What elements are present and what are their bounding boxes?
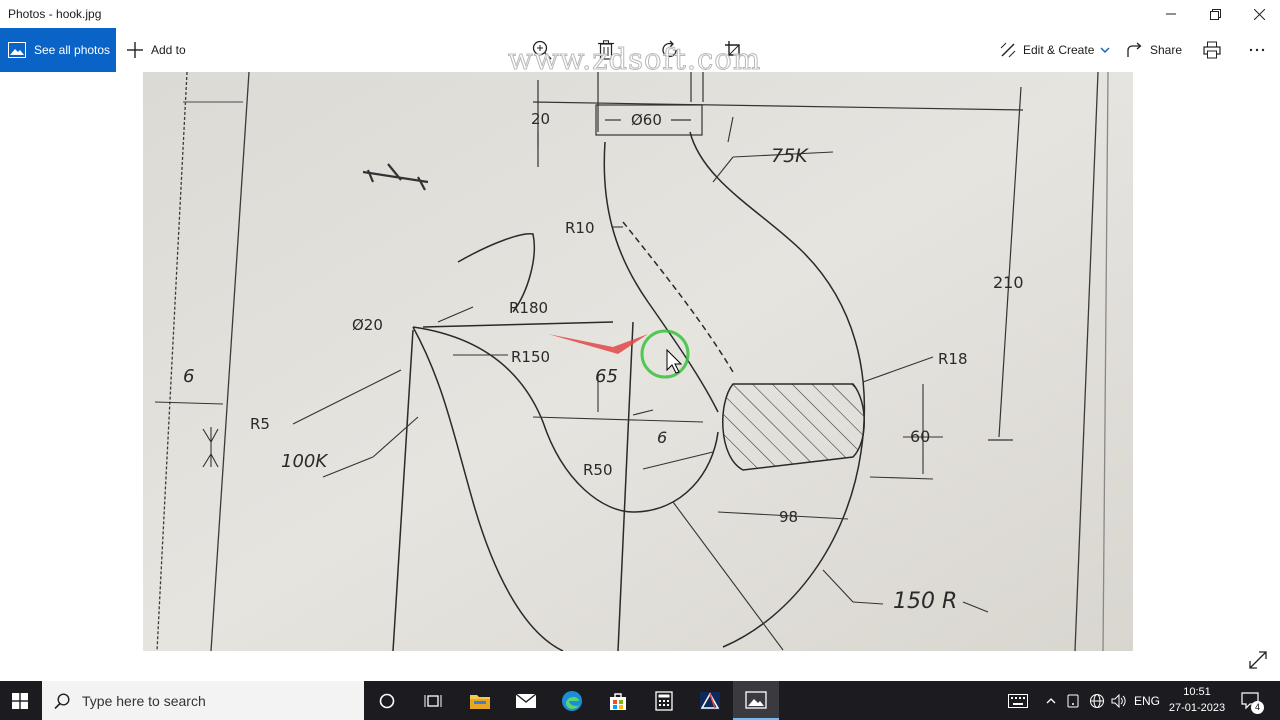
title-bar: Photos - hook.jpg [0, 0, 1280, 28]
close-button[interactable] [1236, 0, 1280, 28]
photos-app[interactable] [733, 681, 779, 720]
volume-tray[interactable] [1108, 681, 1130, 720]
dim-r150-label: R150 [511, 348, 550, 366]
show-hidden-icons-button[interactable] [1040, 681, 1062, 720]
task-view-icon [424, 694, 442, 707]
chevron-up-icon [1046, 697, 1056, 703]
print-button[interactable] [1203, 28, 1228, 72]
clock-date: 27-01-2023 [1168, 702, 1226, 714]
cortana-icon [379, 693, 395, 708]
restore-icon [1209, 8, 1221, 20]
image-viewer: 20 Ø60 75K R10 210 R180 Ø20 R150 65 6 R5… [0, 72, 1280, 681]
dim-dia20-label: Ø20 [352, 316, 383, 334]
share-label: Share [1150, 43, 1183, 57]
photos-toolbar: See all photos Add to www.zdsoft.com Edi… [0, 28, 1280, 77]
minimize-button[interactable] [1148, 0, 1194, 28]
hook-drawing-photo: 20 Ø60 75K R10 210 R180 Ø20 R150 65 6 R5… [143, 72, 1133, 651]
minimize-icon [1166, 13, 1176, 15]
dim-60-label: 60 [910, 427, 930, 446]
task-view-button[interactable] [410, 681, 456, 720]
speaker-icon [1111, 693, 1126, 708]
language-indicator[interactable]: ENG [1130, 681, 1164, 720]
mail-icon [515, 692, 537, 708]
search-icon [54, 692, 70, 709]
photos-app-icon [745, 690, 767, 709]
edit-create-button[interactable]: Edit & Create [1000, 28, 1110, 72]
add-to-label: Add to [151, 43, 186, 57]
folder-icon [470, 694, 490, 709]
dim-20-label: 20 [531, 110, 550, 128]
dim-dia60-label: Ø60 [631, 111, 662, 129]
taskbar-search-box[interactable]: Type here to search [42, 681, 364, 720]
restore-button[interactable] [1192, 0, 1238, 28]
media-app-icon [700, 691, 720, 710]
plus-icon [127, 42, 143, 58]
dim-75k-label: 75K [771, 145, 809, 167]
expand-icon [1249, 651, 1267, 669]
clock[interactable]: 10:51 27-01-2023 [1164, 684, 1230, 716]
add-to-button[interactable]: Add to [126, 28, 186, 72]
mail-app[interactable] [503, 681, 549, 720]
share-button[interactable]: Share [1127, 28, 1182, 72]
dim-210-label: 210 [993, 273, 1024, 292]
dim-6-label: 6 [183, 366, 194, 387]
dim-r50-label: R50 [583, 461, 613, 479]
cortana-button[interactable] [364, 681, 410, 720]
globe-icon [1090, 693, 1104, 708]
share-icon [1127, 42, 1142, 57]
file-explorer-app[interactable] [457, 681, 503, 720]
chevron-down-icon [1100, 47, 1110, 53]
windows-logo-icon [12, 692, 28, 709]
dim-r5-label: R5 [250, 415, 270, 433]
dim-r180-label: R180 [509, 299, 548, 317]
dim-100k-label: 100K [281, 451, 328, 472]
notification-count-badge: 4 [1251, 701, 1264, 714]
photos-icon [8, 42, 26, 58]
store-app[interactable] [595, 681, 641, 720]
edit-create-label: Edit & Create [1023, 43, 1095, 57]
fullscreen-button[interactable] [1248, 650, 1268, 670]
edit-icon [1000, 42, 1016, 58]
clock-time: 10:51 [1183, 686, 1211, 698]
touch-keyboard-icon [1008, 693, 1028, 708]
search-placeholder: Type here to search [82, 692, 206, 709]
dim-150r-label: 150 R [893, 589, 957, 614]
see-all-photos-button[interactable]: See all photos [0, 28, 116, 72]
edge-icon [562, 690, 582, 711]
onedrive-tray[interactable] [1062, 681, 1084, 720]
store-icon [610, 692, 626, 710]
more-icon [1249, 48, 1265, 52]
print-icon [1203, 41, 1221, 59]
action-center-button[interactable]: 4 [1236, 681, 1266, 720]
window-title: Photos - hook.jpg [8, 7, 102, 21]
see-all-photos-label: See all photos [34, 43, 111, 57]
close-icon [1253, 8, 1265, 20]
media-app[interactable] [687, 681, 733, 720]
hook-drawing: 20 Ø60 75K R10 210 R180 Ø20 R150 65 6 R5… [143, 72, 1133, 651]
calculator-app[interactable] [641, 681, 687, 720]
calculator-icon [655, 690, 673, 711]
taskbar: Type here to search ENG 10:51 27-01-2023… [0, 681, 1280, 720]
network-tray[interactable] [1086, 681, 1108, 720]
dim-65-label: 65 [595, 366, 618, 387]
device-icon [1067, 694, 1079, 707]
keyboard-tray-button[interactable] [1004, 681, 1032, 720]
start-button[interactable] [0, 681, 40, 720]
dim-r10-label: R10 [565, 219, 595, 237]
dim-6b-label: 6 [657, 428, 667, 447]
edge-app[interactable] [549, 681, 595, 720]
more-options-button[interactable] [1249, 28, 1272, 72]
dim-98-label: 98 [779, 508, 798, 526]
watermark-text: www.zdsoft.com [507, 42, 762, 77]
dim-r18-label: R18 [938, 350, 968, 368]
